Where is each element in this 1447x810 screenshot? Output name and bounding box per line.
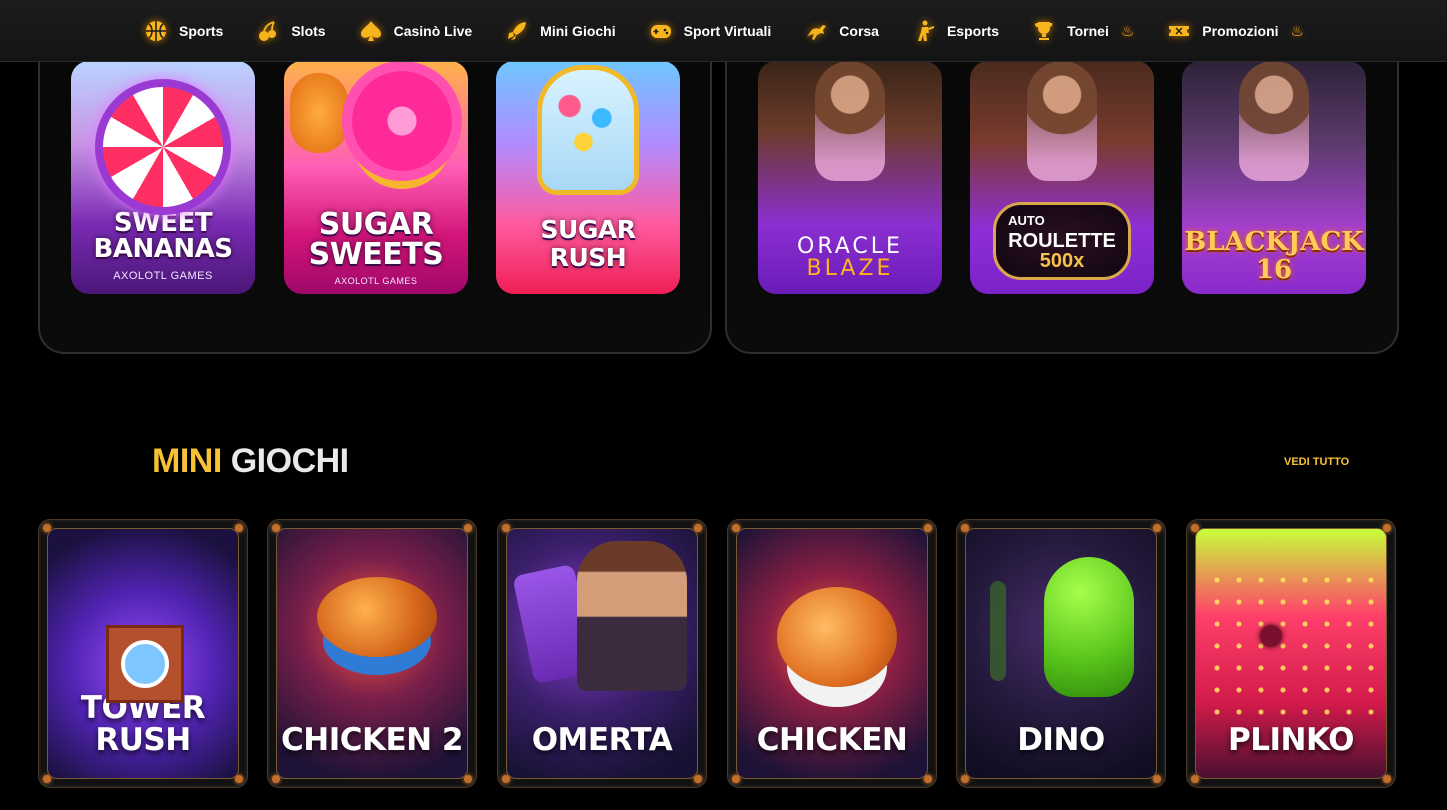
roast-chicken-artwork <box>317 577 437 657</box>
see-all-link[interactable]: VEDI TUTTO <box>1284 456 1349 468</box>
mini-game-title: DINO <box>1017 722 1105 758</box>
game-card-oracle-blaze[interactable]: ORACLE BLAZE <box>758 61 942 294</box>
basketball-icon <box>143 18 169 44</box>
mini-game-card-tower-rush[interactable]: TOWER RUSH <box>38 519 248 788</box>
corner-ornament <box>694 775 702 783</box>
mini-game-title: CHICKEN 2 <box>281 722 463 758</box>
gummy-bear-artwork <box>290 73 348 153</box>
plinko-pegs-artwork <box>1206 569 1376 729</box>
trophy-icon <box>1031 18 1057 44</box>
game-card-auto-roulette[interactable]: AUTO ROULETTE 500x <box>970 61 1154 294</box>
candy-flower-artwork <box>352 71 452 171</box>
soldier-icon <box>911 18 937 44</box>
nav-item-tornei[interactable]: Tornei ♨ <box>1031 18 1134 44</box>
nav-item-sports[interactable]: Sports <box>143 18 223 44</box>
flame-icon: ♨ <box>1290 22 1304 40</box>
mini-game-artwork: DINO <box>965 528 1157 779</box>
dealer-portrait <box>815 61 885 181</box>
mini-game-artwork: OMERTA <box>506 528 698 779</box>
mini-game-card-omerta[interactable]: OMERTA <box>497 519 707 788</box>
corner-ornament <box>464 775 472 783</box>
mini-game-title: CHICKEN <box>756 722 908 758</box>
lollipop-artwork <box>95 79 231 215</box>
corner-ornament <box>1153 775 1161 783</box>
nav-item-mini-giochi[interactable]: Mini Giochi <box>504 18 616 44</box>
game-title: ORACLE BLAZE <box>797 234 903 281</box>
horse-icon <box>803 18 829 44</box>
corner-ornament <box>1383 775 1391 783</box>
ticket-icon <box>1166 18 1192 44</box>
nav-label: Sports <box>179 22 224 39</box>
spade-icon <box>358 18 384 44</box>
plinko-ball-artwork <box>1260 625 1282 647</box>
mini-game-card-dino[interactable]: DINO <box>956 519 1166 788</box>
nav-label: Sport Virtuali <box>683 22 772 39</box>
mini-game-artwork: CHICKEN 2 <box>276 528 468 779</box>
dinosaur-artwork <box>1044 557 1134 697</box>
slots-panel: SWEET BANANAS AXOLOTL GAMES SUGAR SWEETS A… <box>38 20 712 354</box>
mini-game-card-plinko[interactable]: PLINKO <box>1186 519 1396 788</box>
nav-label: Slots <box>291 22 326 39</box>
dealer-portrait <box>1239 61 1309 181</box>
roast-chicken-artwork <box>777 587 897 687</box>
gamepad-icon <box>648 18 674 44</box>
rocket-icon <box>504 18 530 44</box>
game-title: BLACKJACK 16 <box>1184 227 1364 285</box>
mini-game-artwork: PLINKO <box>1195 528 1387 779</box>
top-navigation: Sports Slots Casinò Live Mini Giochi Spo… <box>0 0 1447 62</box>
dealer-portrait <box>1027 61 1097 181</box>
nav-label: Esports <box>946 22 1000 39</box>
mini-game-artwork: CHICKEN <box>736 528 928 779</box>
mobster-artwork <box>577 541 687 691</box>
mini-game-card-chicken[interactable]: CHICKEN <box>727 519 937 788</box>
corner-ornament <box>924 775 932 783</box>
nav-item-casino-live[interactable]: Casinò Live <box>358 18 473 44</box>
gumball-machine-artwork <box>537 65 639 195</box>
nav-item-esports[interactable]: Esports <box>911 18 999 44</box>
nav-label: Mini Giochi <box>540 22 616 39</box>
game-provider: AXOLOTL GAMES <box>113 270 213 282</box>
nav-item-slots[interactable]: Slots <box>255 18 326 44</box>
mini-game-title: PLINKO <box>1228 722 1354 758</box>
corner-ornament <box>235 775 243 783</box>
nav-item-corsa[interactable]: Corsa <box>803 18 879 44</box>
nav-label: Corsa <box>839 22 879 39</box>
game-title: SUGAR RUSH <box>540 215 636 272</box>
live-casino-panel: ORACLE BLAZE AUTO ROULETTE 500x BLACKJAC… <box>725 20 1399 354</box>
game-provider: AXOLOTL GAMES <box>334 276 418 286</box>
game-card-blackjack-16[interactable]: BLACKJACK 16 <box>1182 61 1366 294</box>
nav-item-sport-virtuali[interactable]: Sport Virtuali <box>648 18 772 44</box>
flame-icon: ♨ <box>1120 22 1135 40</box>
nav-item-promozioni[interactable]: Promozioni ♨ <box>1166 18 1304 44</box>
game-title: SWEET BANANAS <box>93 208 233 264</box>
mini-game-title: OMERTA <box>531 722 673 758</box>
game-title: SUGAR SWEETS <box>308 207 444 272</box>
game-card-sugar-rush[interactable]: SUGAR RUSH <box>496 61 680 294</box>
game-card-sweet-bananas[interactable]: SWEET BANANAS AXOLOTL GAMES <box>71 61 255 294</box>
mini-game-artwork: TOWER RUSH <box>47 528 239 779</box>
cherry-icon <box>255 18 281 44</box>
section-title: MINI GIOCHI <box>152 442 349 480</box>
nav-label: Promozioni <box>1202 22 1279 39</box>
cactus-artwork <box>990 581 1006 681</box>
nav-label: Tornei <box>1067 22 1109 39</box>
game-card-sugar-sweets[interactable]: SUGAR SWEETS AXOLOTL GAMES <box>284 61 468 294</box>
game-title: AUTO ROULETTE 500x <box>993 202 1131 280</box>
mini-game-card-chicken-2[interactable]: CHICKEN 2 <box>267 519 477 788</box>
crate-artwork <box>106 625 184 703</box>
nav-label: Casinò Live <box>393 22 473 39</box>
